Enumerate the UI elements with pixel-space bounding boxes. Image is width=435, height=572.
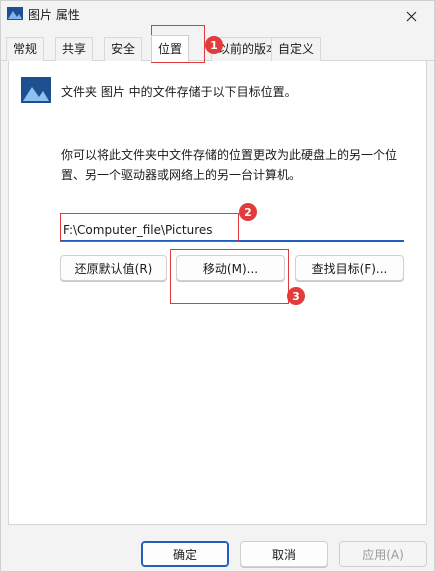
title-bar: 图片 属性 — [1, 1, 434, 31]
pictures-folder-icon — [7, 7, 23, 20]
tab-general[interactable]: 常规 — [6, 37, 45, 61]
move-button[interactable]: 移动(M)... — [176, 255, 285, 281]
location-help-text: 你可以将此文件夹中文件存储的位置更改为此硬盘上的另一个位置、另一个驱动器或网络上… — [61, 148, 398, 182]
tab-security[interactable]: 安全 — [104, 37, 143, 61]
find-target-button[interactable]: 查找目标(F)... — [295, 255, 404, 281]
location-panel: 文件夹 图片 中的文件存储于以下目标位置。 你可以将此文件夹中文件存储的位置更改… — [8, 61, 427, 525]
window-title: 图片 属性 — [28, 8, 80, 22]
close-button[interactable] — [388, 1, 434, 31]
close-icon — [406, 11, 416, 21]
restore-default-button[interactable]: 还原默认值(R) — [60, 255, 167, 281]
cancel-button[interactable]: 取消 — [240, 541, 328, 567]
pictures-folder-icon — [21, 77, 51, 103]
tab-location[interactable]: 位置 — [151, 35, 190, 62]
location-description: 文件夹 图片 中的文件存储于以下目标位置。 — [61, 85, 297, 99]
tab-strip: 常规 共享 安全 以前的版本 自定义 位置 — [1, 35, 434, 62]
ok-button[interactable]: 确定 — [141, 541, 229, 567]
tab-sharing[interactable]: 共享 — [55, 37, 94, 61]
tab-customize[interactable]: 自定义 — [271, 37, 322, 61]
properties-window: 图片 属性 常规 共享 安全 以前的版本 自定义 位置 文件夹 图片 中的文件存… — [0, 0, 435, 572]
apply-button[interactable]: 应用(A) — [339, 541, 427, 567]
path-input[interactable] — [61, 219, 404, 242]
